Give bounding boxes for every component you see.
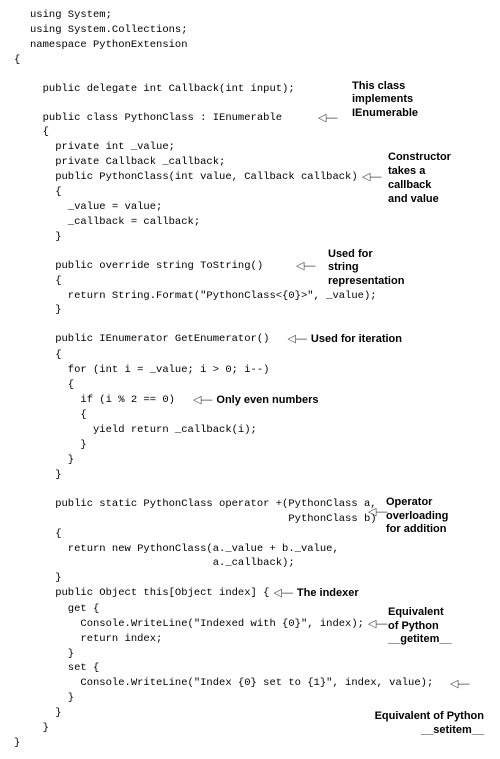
code-line: private int _value; [30,140,175,155]
arrow-icon: ◁— [287,332,306,348]
code-line: return index; [30,632,162,647]
code-line: return String.Format("PythonClass<{0}>",… [30,289,377,304]
arrow-icon: ◁— [296,259,315,275]
annotation-indexer: The indexer [297,586,359,602]
code-line: { [30,408,87,423]
code-line: a._callback); [30,556,295,571]
code-line: } [30,230,62,245]
code-line: { [30,185,62,200]
code-line: _value = value; [30,200,162,215]
arrow-icon: ◁— [273,586,292,602]
annotation-even: Only even numbers [216,393,318,409]
code-line: if (i % 2 == 0) [30,393,175,408]
code-line: for (int i = _value; i > 0; i--) [30,363,269,378]
annotation-iteration: Used for iteration [311,332,402,348]
code-line: public IEnumerator GetEnumerator() [30,332,269,347]
code-line: } [30,706,62,721]
code-line: } [14,736,20,751]
code-line: { [14,53,20,68]
code-line: { [30,274,62,289]
code-line: public delegate int Callback(int input); [30,82,295,97]
code-line: { [30,125,49,140]
code-line: { [30,378,74,393]
code-line: } [30,438,87,453]
code-line: public static PythonClass operator +(Pyt… [30,497,377,512]
code-line: } [30,691,74,706]
code-line: Console.WriteLine("Index {0} set to {1}"… [30,676,433,691]
code-line: get { [30,602,99,617]
code-line: private Callback _callback; [30,155,225,170]
code-line: } [30,468,62,483]
code-line: return new PythonClass(a._value + b._val… [30,542,339,557]
code-line: public PythonClass(int value, Callback c… [30,170,358,185]
code-line: namespace PythonExtension [30,38,188,53]
code-line: PythonClass b) [30,512,377,527]
code-line: Console.WriteLine("Indexed with {0}", in… [30,617,364,632]
code-line: { [30,527,62,542]
code-line: _callback = callback; [30,215,200,230]
code-line: { [30,348,62,363]
code-line: public Object this[Object index] { [30,586,269,601]
code-line: } [30,721,49,736]
code-line: using System; [30,8,112,23]
arrow-icon: ◁— [368,617,387,633]
code-line: } [30,303,62,318]
code-line: } [30,571,62,586]
code-line: public class PythonClass : IEnumerable [30,111,282,126]
code-line: } [30,647,74,662]
code-line: using System.Collections; [30,23,188,38]
arrow-icon: ◁— [193,393,212,409]
code-line: set { [30,661,99,676]
code-line: } [30,453,74,468]
arrow-icon: ◁— [318,111,337,127]
code-line: yield return _callback(i); [30,423,257,438]
arrow-icon: ◁— [362,170,381,186]
code-line: public override string ToString() [30,259,263,274]
